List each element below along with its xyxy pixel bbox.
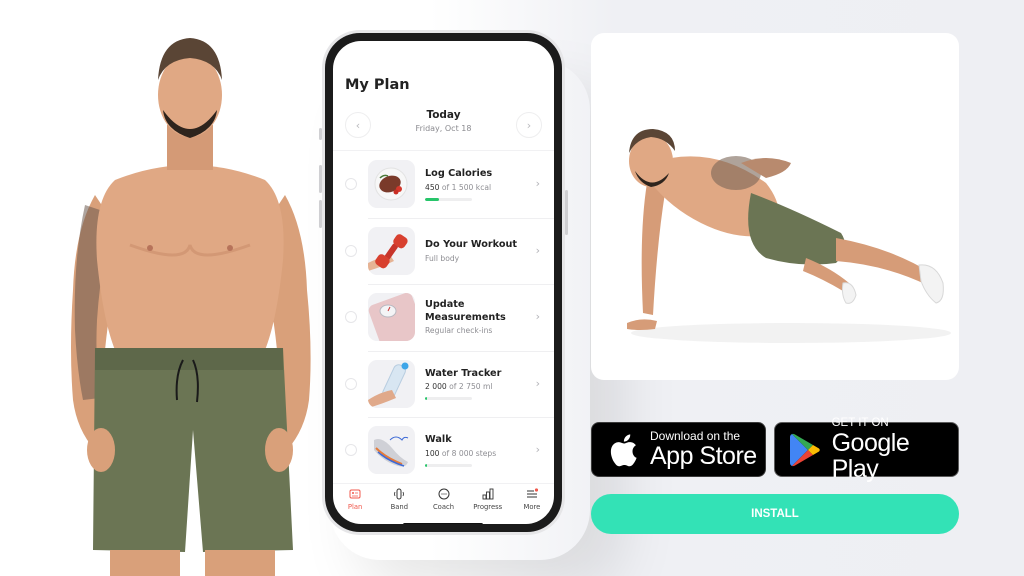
- apple-logo-icon: [602, 433, 644, 467]
- tab-band[interactable]: Band: [377, 484, 421, 513]
- google-play-badge[interactable]: GET IT ON Google Play: [774, 417, 959, 482]
- task-title: Do Your Workout: [425, 239, 518, 250]
- task-checkbox[interactable]: [345, 444, 357, 456]
- task-progress-fill: [425, 397, 428, 400]
- task-value: 100 of 8 000 steps: [425, 448, 497, 458]
- phone-mockup: My Plan ‹ Today Friday, Oct 18 › Log Cal…: [319, 30, 568, 535]
- task-title: Log Calories: [425, 168, 493, 179]
- chevron-right-icon: ›: [535, 310, 540, 323]
- water-bottle-thumbnail: [368, 359, 415, 408]
- task-progress-bar: [425, 397, 472, 400]
- tab-coach[interactable]: Coach: [421, 484, 465, 513]
- date-label: Today: [426, 109, 461, 121]
- bottom-tab-bar: Plan Band Coach Progress More: [333, 483, 554, 513]
- pushup-image-card: [591, 33, 959, 380]
- task-value: 2 000 of 2 750 ml: [425, 382, 493, 391]
- badge-big-text: Google Play: [831, 429, 910, 483]
- task-walk[interactable]: Walk 100 of 8 000 steps ›: [333, 417, 554, 484]
- next-day-button[interactable]: ›: [516, 112, 542, 138]
- task-subtitle: Regular check-ins: [425, 326, 493, 336]
- home-indicator: [403, 523, 483, 524]
- task-checkbox[interactable]: [345, 244, 357, 257]
- task-title: Update Measurements: [425, 299, 506, 323]
- date-full: Friday, Oct 18: [415, 124, 472, 133]
- dumbbell-thumbnail: [368, 226, 415, 275]
- task-progress-fill: [425, 197, 440, 201]
- google-play-logo-icon: [785, 433, 826, 467]
- phone-bezel: My Plan ‹ Today Friday, Oct 18 › Log Cal…: [325, 33, 562, 532]
- tab-label: Coach: [432, 503, 455, 511]
- tab-label: Band: [390, 503, 409, 511]
- tab-more[interactable]: More: [510, 484, 554, 513]
- phone-screen: My Plan ‹ Today Friday, Oct 18 › Log Cal…: [333, 41, 554, 524]
- task-list: Log Calories 450 of 1 500 kcal › Do Your…: [333, 151, 554, 484]
- date-navigator: ‹ Today Friday, Oct 18 ›: [345, 109, 542, 143]
- bar-chart-icon: [466, 488, 510, 500]
- chevron-right-icon: ›: [535, 443, 540, 456]
- tab-label: Progress: [473, 503, 503, 511]
- task-title: Water Tracker: [425, 367, 502, 379]
- phone-volume-down: [319, 200, 322, 228]
- chevron-right-icon: ›: [535, 177, 540, 190]
- install-button[interactable]: INSTALL: [591, 494, 959, 534]
- hero-standing-man-image: [55, 30, 325, 576]
- notification-dot: [534, 488, 538, 492]
- chevron-right-icon: ›: [535, 243, 540, 257]
- app-store-badge[interactable]: Download on the App Store: [591, 422, 766, 477]
- task-checkbox[interactable]: [345, 377, 357, 390]
- phone-mute-switch: [319, 128, 322, 140]
- task-progress-bar: [425, 197, 472, 201]
- tab-label: More: [523, 503, 541, 511]
- steak-plate-thumbnail: [368, 160, 415, 208]
- tab-progress[interactable]: Progress: [466, 484, 510, 513]
- task-checkbox[interactable]: [345, 178, 357, 190]
- phone-power-button: [565, 190, 568, 235]
- task-value: 450 of 1 500 kcal: [425, 182, 492, 192]
- tab-label: Plan: [347, 503, 363, 511]
- tab-plan[interactable]: Plan: [333, 484, 377, 513]
- pushup-man-image: [627, 129, 951, 343]
- scale-thumbnail: [368, 293, 415, 341]
- badge-big-text: App Store: [650, 442, 757, 470]
- phone-volume-up: [319, 165, 322, 193]
- date-display: Today Friday, Oct 18: [345, 109, 542, 133]
- chevron-right-icon: ›: [535, 376, 540, 390]
- plan-icon: [333, 488, 377, 500]
- task-progress-bar: [425, 463, 472, 467]
- task-checkbox[interactable]: [345, 311, 357, 323]
- menu-icon: [510, 488, 554, 500]
- task-subtitle: Full body: [425, 253, 460, 263]
- task-water-tracker[interactable]: Water Tracker 2 000 of 2 750 ml ›: [333, 350, 554, 418]
- screen-title: My Plan: [345, 77, 410, 93]
- task-title: Walk: [425, 434, 452, 445]
- task-log-calories[interactable]: Log Calories 450 of 1 500 kcal ›: [333, 151, 554, 218]
- task-do-your-workout[interactable]: Do Your Workout Full body ›: [333, 217, 554, 285]
- task-progress-fill: [425, 463, 428, 467]
- task-update-measurements[interactable]: Update Measurements Regular check-ins ›: [333, 284, 554, 351]
- band-icon: [377, 488, 421, 500]
- sneaker-thumbnail: [368, 426, 415, 474]
- chat-icon: [421, 488, 465, 500]
- chevron-right-icon: ›: [526, 118, 532, 132]
